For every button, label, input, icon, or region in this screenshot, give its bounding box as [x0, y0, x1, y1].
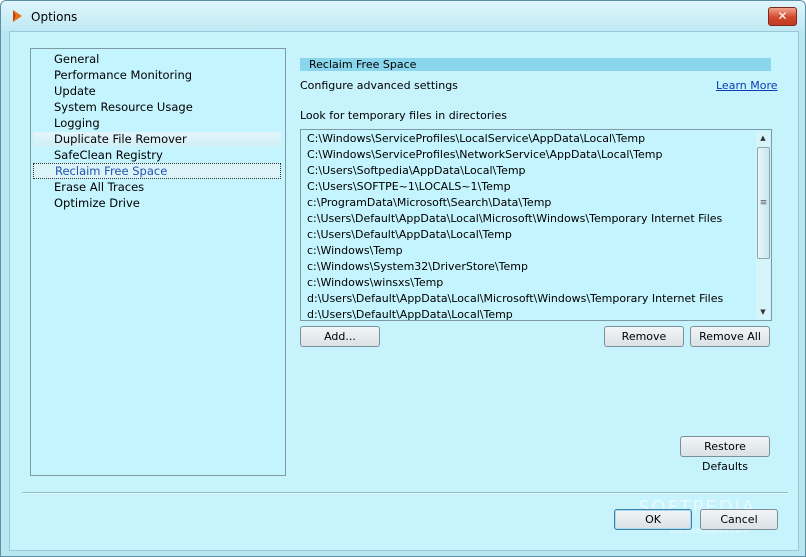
nav-item-general[interactable]: General — [33, 52, 281, 67]
title-bar[interactable]: Options ✕ — [1, 1, 805, 31]
cancel-button[interactable]: Cancel — [700, 509, 778, 530]
window-title: Options — [31, 10, 78, 24]
nav-item-duplicate-file-remover[interactable]: Duplicate File Remover — [33, 132, 281, 147]
dialog-client-area: General Performance Monitoring Update Sy… — [9, 31, 799, 551]
scrollbar-thumb[interactable]: ≡ — [757, 147, 770, 259]
learn-more-link[interactable]: Learn More — [716, 79, 778, 92]
nav-item-erase-all-traces[interactable]: Erase All Traces — [33, 180, 281, 195]
section-subtitle: Configure advanced settings — [300, 79, 458, 92]
nav-item-reclaim-free-space[interactable]: Reclaim Free Space — [33, 163, 281, 179]
add-directory-button[interactable]: Add... — [300, 326, 380, 347]
scroll-down-arrow-icon[interactable]: ▼ — [756, 305, 770, 319]
list-item[interactable]: c:\Windows\winsxs\Temp — [307, 275, 443, 291]
vertical-scrollbar[interactable]: ▲ ≡ ▼ — [756, 131, 770, 319]
scroll-up-arrow-icon[interactable]: ▲ — [756, 131, 770, 145]
nav-item-optimize-drive[interactable]: Optimize Drive — [33, 196, 281, 211]
list-item[interactable]: C:\Windows\ServiceProfiles\NetworkServic… — [307, 147, 662, 163]
close-icon: ✕ — [777, 9, 788, 23]
footer-divider — [22, 492, 788, 494]
list-item[interactable]: C:\Users\Softpedia\AppData\Local\Temp — [307, 163, 526, 179]
list-item[interactable]: d:\Users\Default\AppData\Local\Temp — [307, 307, 513, 320]
list-item[interactable]: c:\Users\Default\AppData\Local\Temp — [307, 227, 512, 243]
list-item[interactable]: c:\Windows\System32\DriverStore\Temp — [307, 259, 528, 275]
remove-button[interactable]: Remove — [604, 326, 684, 347]
list-item[interactable]: c:\Users\Default\AppData\Local\Microsoft… — [307, 211, 722, 227]
list-item[interactable]: c:\ProgramData\Microsoft\Search\Data\Tem… — [307, 195, 551, 211]
nav-item-system-resource-usage[interactable]: System Resource Usage — [33, 100, 281, 115]
options-window: Options ✕ General Performance Monitoring… — [0, 0, 806, 557]
list-item[interactable]: C:\Windows\ServiceProfiles\LocalService\… — [307, 131, 645, 147]
nav-item-logging[interactable]: Logging — [33, 116, 281, 131]
nav-item-performance-monitoring[interactable]: Performance Monitoring — [33, 68, 281, 83]
list-item[interactable]: C:\Users\SOFTPE~1\LOCALS~1\Temp — [307, 179, 511, 195]
options-nav-list: General Performance Monitoring Update Sy… — [30, 48, 286, 476]
restore-defaults-button[interactable]: Restore Defaults — [680, 436, 770, 473]
directories-listbox[interactable]: C:\Windows\ServiceProfiles\LocalService\… — [300, 129, 772, 321]
app-logo-icon — [13, 10, 22, 22]
nav-item-safeclean-registry[interactable]: SafeClean Registry — [33, 148, 281, 163]
remove-all-button[interactable]: Remove All — [690, 326, 770, 347]
ok-button[interactable]: OK — [614, 509, 692, 530]
nav-item-update[interactable]: Update — [33, 84, 281, 99]
section-header: Reclaim Free Space — [300, 58, 771, 71]
directories-label: Look for temporary files in directories — [300, 109, 507, 122]
list-item[interactable]: d:\Users\Default\AppData\Local\Microsoft… — [307, 291, 723, 307]
close-button[interactable]: ✕ — [768, 7, 797, 26]
list-item[interactable]: c:\Windows\Temp — [307, 243, 403, 259]
